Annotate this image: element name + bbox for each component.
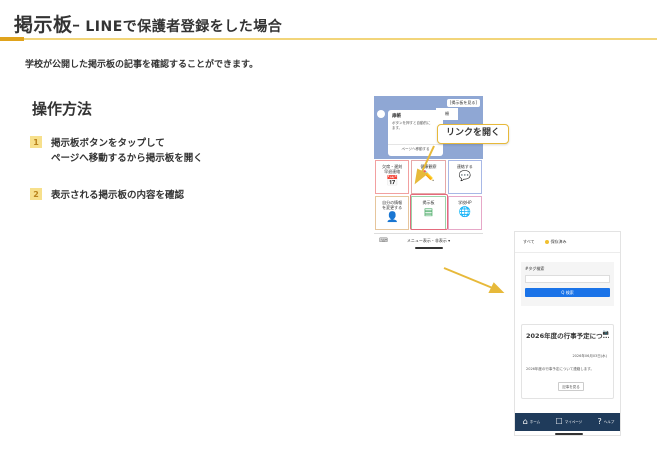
- lead-text: 学校が公開した掲示板の記事を確認することができます。: [25, 60, 259, 70]
- help-icon: ?: [597, 417, 602, 426]
- step-line: 表示される掲示板の内容を確認: [51, 190, 185, 201]
- pencil-icon: ✏️: [422, 171, 435, 182]
- nav-home[interactable]: ⌂ ホーム: [523, 418, 540, 426]
- section-title: 操作方法: [32, 100, 93, 118]
- tag-search-input[interactable]: [525, 275, 610, 283]
- menu-label: 自分の情報 を変更する: [382, 200, 403, 210]
- nav-mypage[interactable]: ☐ マイページ: [556, 418, 583, 426]
- menu-health[interactable]: 健康観察 ✏️: [411, 160, 446, 194]
- step-text: 表示される掲示板の内容を確認: [51, 188, 184, 203]
- menu-profile[interactable]: 自分の情報 を変更する 👤: [375, 196, 410, 230]
- step-text: 掲示板ボタンをタップして ページへ移動するから掲示板を開く: [51, 136, 203, 166]
- menu-toggle-bar[interactable]: ⌨ メニュー表示・非表示 ▾: [374, 233, 483, 245]
- phone-screenshot-board: すべて 保存済み #タグ検索 Q 検索 2026年度の行事予定につ... 📷 2…: [514, 231, 621, 436]
- step-number: 1: [30, 136, 42, 148]
- step-1: 1 掲示板ボタンをタップして ページへ移動するから掲示板を開く: [30, 136, 203, 166]
- article-card[interactable]: 2026年度の行事予定につ... 📷 2026年06月03日(水) 2026年度…: [521, 324, 614, 399]
- step-2: 2 表示される掲示板の内容を確認: [30, 188, 184, 203]
- title-main: 掲示板: [14, 14, 73, 36]
- globe-icon: 🌐: [458, 207, 472, 218]
- tab-all[interactable]: すべて: [523, 239, 535, 245]
- board-tabs: すべて 保存済み: [523, 239, 567, 245]
- card-title: 扉帳: [392, 114, 401, 119]
- nav-label: ヘルプ: [603, 419, 615, 424]
- step-number: 2: [30, 188, 42, 200]
- message-card[interactable]: 扉帳 ボタンを押すと自動的に ます。 ページへ移動する: [388, 110, 443, 156]
- bottom-nav: ⌂ ホーム ☐ マイページ ? ヘルプ: [515, 413, 620, 431]
- tab-saved-label: 保存済み: [550, 239, 567, 244]
- avatar: [377, 110, 385, 118]
- next-screen-arrow: [443, 267, 505, 293]
- card-body: ボタンを押すと自動的に ます。: [392, 121, 439, 131]
- home-icon: ⌂: [522, 417, 528, 426]
- nav-label: マイページ: [564, 419, 583, 424]
- article-body: 2026年度の行事予定について連絡します。: [526, 367, 594, 371]
- camera-icon: 📷: [602, 330, 609, 336]
- tab-saved[interactable]: 保存済み: [544, 239, 567, 245]
- keyboard-icon[interactable]: ⌨: [379, 237, 388, 244]
- view-article-button[interactable]: 記事を見る: [558, 382, 584, 391]
- board-highlight: [410, 194, 448, 230]
- card-header-tab: 柵: [436, 108, 458, 120]
- card-body-line: ます。: [392, 126, 403, 130]
- title-sub: ｰ LINEで保護者登録をした場合: [72, 19, 283, 35]
- phone-screenshot-menu: [揭示板を見る] 扉帳 ボタンを押すと自動的に ます。 ページへ移動する 柵 欠…: [374, 96, 483, 253]
- step-line: 掲示板ボタンをタップして: [51, 138, 165, 149]
- menu-label: 欠席・遅刻 早退連絡: [382, 164, 403, 174]
- home-indicator: [415, 247, 443, 249]
- page-title: 掲示板ｰ LINEで保護者登録をした場合: [14, 10, 282, 37]
- tag-search-label: #タグ検索: [525, 266, 545, 271]
- chat-icon: 💬: [458, 171, 472, 182]
- saved-dot-icon: [544, 240, 549, 244]
- title-rule-accent: [0, 37, 24, 41]
- menu-label: 連絡する: [456, 164, 473, 169]
- menu-label: 健康観察: [420, 164, 437, 169]
- step-line: ページへ移動するから掲示板を開く: [51, 153, 203, 164]
- mypage-icon: ☐: [555, 417, 563, 426]
- search-button[interactable]: Q 検索: [525, 288, 610, 297]
- tag-search-panel: #タグ検索 Q 検索: [521, 262, 614, 306]
- nav-help[interactable]: ? ヘルプ: [598, 418, 615, 426]
- menu-toggle-label: メニュー表示・非表示 ▾: [406, 238, 451, 243]
- menu-label: 学校HP: [458, 200, 472, 205]
- article-title: 2026年度の行事予定につ...: [526, 332, 609, 340]
- menu-contact[interactable]: 連絡する 💬: [447, 160, 482, 194]
- open-page-link[interactable]: ページへ移動する: [388, 144, 443, 152]
- nav-label: ホーム: [529, 419, 541, 424]
- view-board-chip[interactable]: [揭示板を見る]: [446, 99, 480, 107]
- person-icon: 👤: [385, 212, 399, 223]
- open-link-callout: リンクを開く: [437, 124, 509, 144]
- article-date: 2026年06月03日(水): [572, 354, 607, 358]
- divider: [515, 252, 620, 253]
- menu-absence[interactable]: 欠席・遅刻 早退連絡 📅: [375, 160, 410, 194]
- title-rule: [24, 38, 657, 40]
- calendar-icon: 📅: [385, 176, 399, 187]
- menu-school-hp[interactable]: 学校HP 🌐: [447, 196, 482, 230]
- home-indicator: [555, 433, 583, 435]
